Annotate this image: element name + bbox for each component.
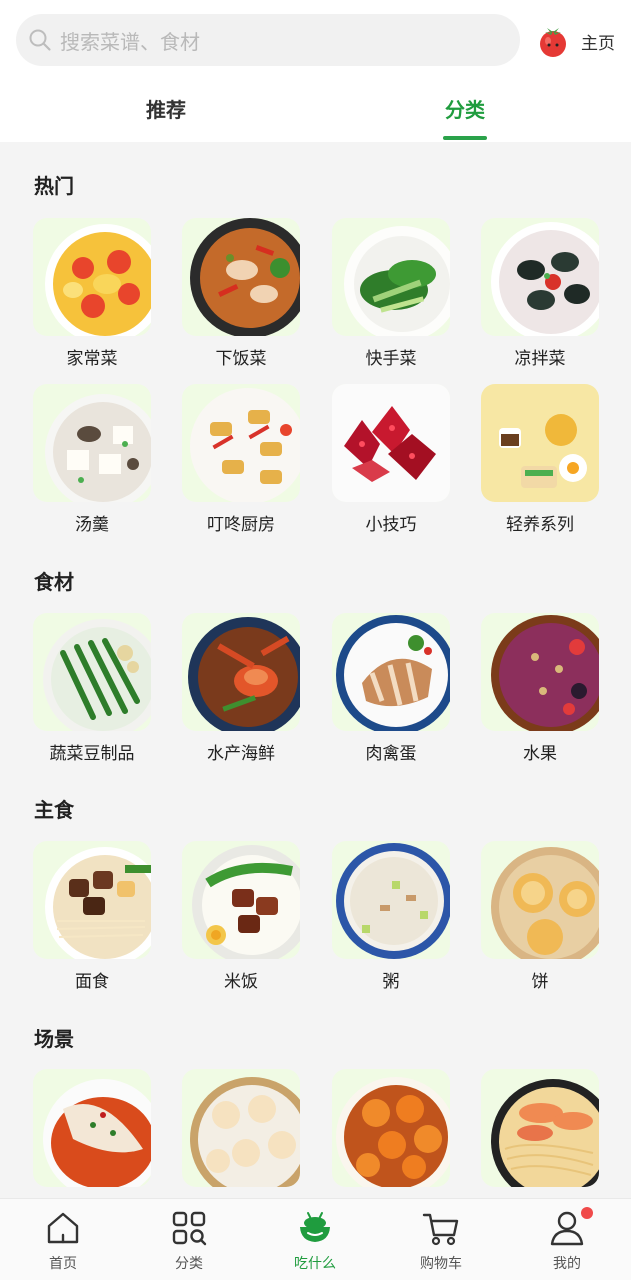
category-label: 水产海鲜	[207, 744, 275, 764]
nav-cart[interactable]: 购物车	[401, 1209, 481, 1275]
food-image	[33, 1069, 151, 1187]
category-item-scene-4[interactable]	[481, 1069, 599, 1198]
food-image	[182, 218, 300, 336]
food-image	[481, 613, 599, 731]
tab-recommend[interactable]: 推荐	[106, 94, 226, 123]
category-item-soups[interactable]: 汤羹	[33, 384, 151, 535]
tab-category[interactable]: 分类	[405, 94, 525, 123]
active-tab-indicator	[443, 136, 487, 140]
category-item-rice-dishes[interactable]: 下饭菜	[182, 218, 300, 369]
category-item-vegetables-tofu[interactable]: 蔬菜豆制品	[33, 613, 151, 764]
search-bar[interactable]: 搜索菜谱、食材	[16, 14, 520, 66]
food-image	[481, 841, 599, 959]
food-image	[33, 384, 151, 502]
search-placeholder: 搜索菜谱、食材	[60, 29, 200, 54]
category-label: 饼	[531, 972, 549, 992]
category-label: 家常菜	[66, 349, 118, 369]
home-link[interactable]: 主页	[535, 22, 625, 60]
nav-label: 首页	[49, 1256, 77, 1272]
category-item-dingdong-kitchen[interactable]: 叮咚厨房	[182, 384, 300, 535]
bowl-icon	[300, 1212, 330, 1242]
category-item-rice[interactable]: 米饭	[182, 841, 300, 992]
category-item-congee[interactable]: 粥	[332, 841, 450, 992]
category-item-pancakes[interactable]: 饼	[481, 841, 599, 992]
nav-label: 购物车	[420, 1256, 462, 1272]
category-content[interactable]: 热门 家常菜 下饭菜 快手菜 凉拌菜 汤羹 叮咚厨房 小技巧 轻养系列 食材 蔬…	[0, 142, 631, 1198]
category-item-tips[interactable]: 小技巧	[332, 384, 450, 535]
category-label: 小技巧	[365, 515, 417, 535]
nav-label: 分类	[175, 1256, 203, 1272]
category-item-scene-1[interactable]	[33, 1069, 151, 1198]
category-item-light-wellness[interactable]: 轻养系列	[481, 384, 599, 535]
nav-mine[interactable]: 我的	[527, 1207, 607, 1275]
search-icon	[29, 29, 51, 51]
cart-icon	[422, 1213, 459, 1246]
home-icon	[47, 1212, 79, 1244]
notification-badge	[581, 1207, 593, 1219]
tomato-mascot-icon	[535, 23, 571, 59]
category-label: 下饭菜	[215, 349, 267, 369]
food-image	[33, 613, 151, 731]
category-label: 叮咚厨房	[207, 515, 275, 535]
category-item-meat-eggs[interactable]: 肉禽蛋	[332, 613, 450, 764]
grid-search-icon	[172, 1211, 207, 1246]
nav-category[interactable]: 分类	[149, 1209, 229, 1275]
nav-label: 吃什么	[294, 1256, 336, 1272]
section-title-scenes: 场景	[34, 1027, 74, 1051]
section-title-hot: 热门	[34, 174, 74, 198]
food-image	[332, 384, 450, 502]
bottom-nav: 首页 分类 吃什么 购物车 我的	[0, 1198, 631, 1280]
food-image	[332, 1069, 450, 1187]
category-label: 粥	[382, 972, 400, 992]
category-label: 肉禽蛋	[365, 744, 417, 764]
food-image	[182, 841, 300, 959]
category-item-home-cooking[interactable]: 家常菜	[33, 218, 151, 369]
category-item-scene-3[interactable]	[332, 1069, 450, 1198]
category-item-cold-dishes[interactable]: 凉拌菜	[481, 218, 599, 369]
home-label: 主页	[581, 33, 615, 54]
category-label: 水果	[523, 744, 557, 764]
category-label: 汤羹	[75, 515, 109, 535]
food-image	[332, 613, 450, 731]
category-item-noodles[interactable]: 面食	[33, 841, 151, 992]
top-bar: 搜索菜谱、食材 主页 推荐 分类	[0, 0, 631, 142]
category-label: 米饭	[224, 972, 258, 992]
food-image	[481, 384, 599, 502]
nav-home[interactable]: 首页	[23, 1209, 103, 1275]
food-image	[481, 1069, 599, 1187]
food-image	[33, 841, 151, 959]
category-label: 快手菜	[365, 349, 417, 369]
section-title-staples: 主食	[34, 798, 74, 822]
category-label: 凉拌菜	[514, 349, 566, 369]
nav-label: 我的	[553, 1256, 581, 1272]
food-image	[481, 218, 599, 336]
category-item-scene-2[interactable]	[182, 1069, 300, 1198]
category-label: 轻养系列	[506, 515, 574, 535]
food-image	[182, 613, 300, 731]
food-image	[332, 218, 450, 336]
food-image	[332, 841, 450, 959]
category-item-seafood[interactable]: 水产海鲜	[182, 613, 300, 764]
category-label: 面食	[75, 972, 109, 992]
nav-what-to-eat[interactable]: 吃什么	[275, 1209, 355, 1275]
food-image	[182, 384, 300, 502]
category-label: 蔬菜豆制品	[49, 744, 135, 764]
food-image	[33, 218, 151, 336]
category-item-quick-dishes[interactable]: 快手菜	[332, 218, 450, 369]
food-image	[182, 1069, 300, 1187]
category-item-fruit[interactable]: 水果	[481, 613, 599, 764]
section-title-ingredients: 食材	[34, 570, 74, 594]
